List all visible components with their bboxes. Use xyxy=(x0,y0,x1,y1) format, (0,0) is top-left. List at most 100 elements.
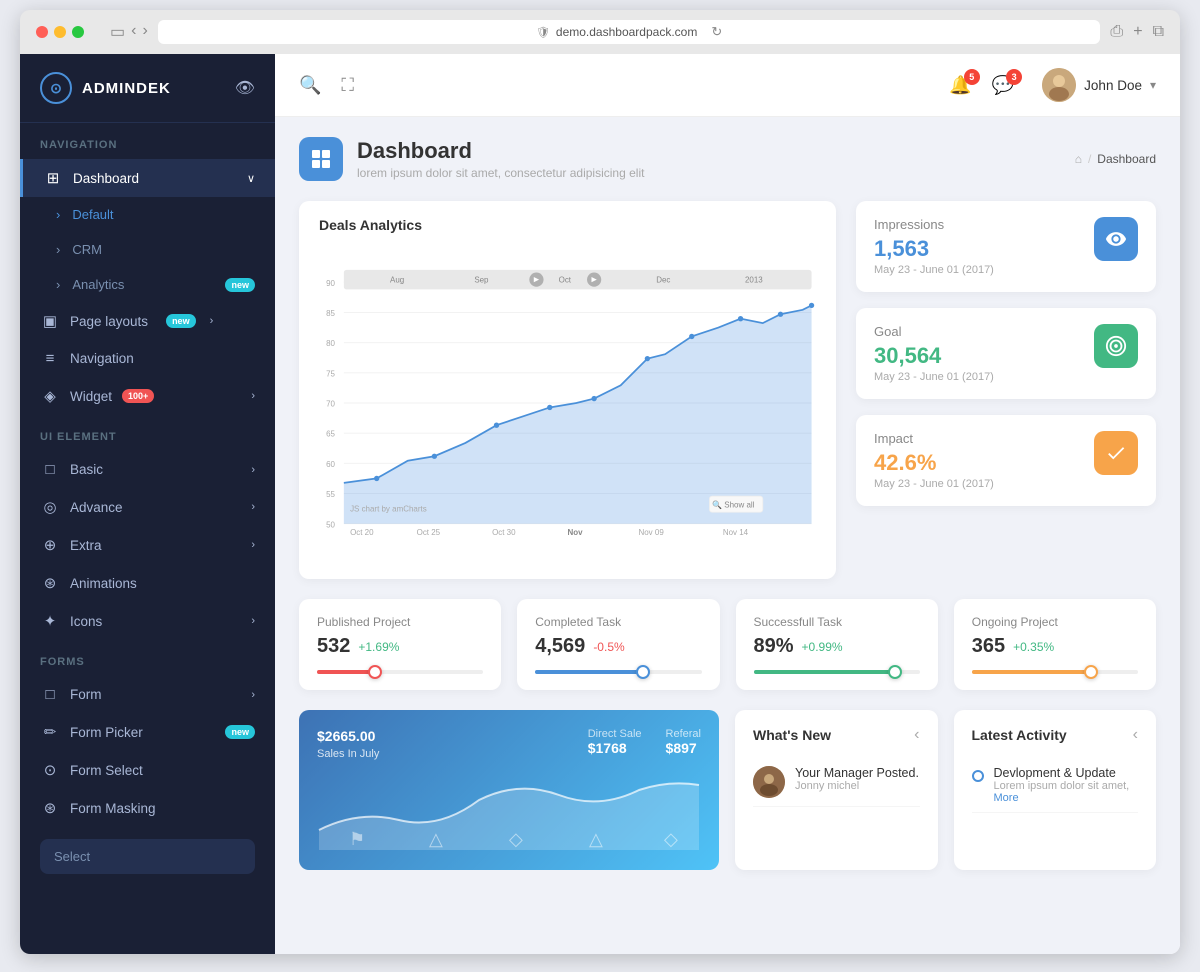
refresh-icon[interactable]: ↻ xyxy=(711,24,722,40)
svg-text:◇: ◇ xyxy=(664,829,678,849)
metric-published-label: Published Project xyxy=(317,615,483,629)
sidebar-item-basic[interactable]: □ Basic › xyxy=(20,451,275,488)
sidebar-item-default[interactable]: › Default xyxy=(20,197,275,232)
metric-published-slider[interactable] xyxy=(317,670,483,674)
nav-section-label: Navigation xyxy=(20,123,275,159)
sidebar-item-default-label: Default xyxy=(72,207,113,222)
latest-activity-header: Latest Activity ‹ xyxy=(972,726,1139,744)
back-icon[interactable]: ‹ xyxy=(131,22,136,42)
goal-icon xyxy=(1094,324,1138,368)
latest-activity-item: Devlopment & Update Lorem ipsum dolor si… xyxy=(972,758,1139,813)
sidebar-item-extra[interactable]: ⊕ Extra › xyxy=(20,526,275,564)
metric-successful-label: Successfull Task xyxy=(754,615,920,629)
svg-text:2013: 2013 xyxy=(745,275,763,284)
impressions-date: May 23 - June 01 (2017) xyxy=(874,264,1080,276)
svg-text:Nov: Nov xyxy=(568,528,584,537)
fullscreen-dot[interactable] xyxy=(72,26,84,38)
sidebar-toggle-icon[interactable]: ▭ xyxy=(110,22,125,42)
metric-successful-value: 89% xyxy=(754,635,794,658)
whats-new-header: What's New ‹ xyxy=(753,726,920,744)
select-button[interactable]: Select xyxy=(40,839,255,874)
metric-ongoing-value: 365 xyxy=(972,635,1005,658)
breadcrumb-home-icon[interactable]: ⌂ xyxy=(1075,152,1082,166)
metric-completed-change: -0.5% xyxy=(593,640,624,654)
deals-title: Deals Analytics xyxy=(319,217,816,233)
badge-new-layouts: new xyxy=(166,314,196,328)
metric-published-value: 532 xyxy=(317,635,350,658)
badge-new-form-picker: new xyxy=(225,725,255,739)
whats-new-card: What's New ‹ xyxy=(735,710,938,870)
notifications-bell[interactable]: 🔔 5 xyxy=(949,75,971,96)
new-tab-icon[interactable]: + xyxy=(1133,23,1142,41)
activity-more-link[interactable]: More xyxy=(994,792,1019,804)
search-icon[interactable]: 🔍 xyxy=(299,75,321,96)
top-header: 🔍 ⛶ 🔔 5 💬 3 xyxy=(275,54,1180,117)
metric-completed-label: Completed Task xyxy=(535,615,701,629)
stats-column: Impressions 1,563 May 23 - June 01 (2017… xyxy=(856,201,1156,579)
navigation-icon: ≡ xyxy=(40,350,60,367)
latest-activity-card: Latest Activity ‹ Devlopment & Update Lo… xyxy=(954,710,1157,870)
sidebar-item-analytics[interactable]: › Analytics new xyxy=(20,267,275,302)
logo-text: ADMINDEK xyxy=(82,80,171,97)
sidebar-logo: ⊙ ADMINDEK 👁 xyxy=(20,54,275,123)
sidebar-item-advance[interactable]: ◎ Advance › xyxy=(20,488,275,526)
user-caret-icon: ▾ xyxy=(1150,78,1156,92)
sidebar-item-animations[interactable]: ⊛ Animations xyxy=(20,564,275,602)
svg-text:Nov 14: Nov 14 xyxy=(723,528,749,537)
sidebar-item-form-picker[interactable]: ✏ Form Picker new xyxy=(20,713,275,751)
sidebar-item-basic-label: Basic xyxy=(70,462,103,477)
metric-completed-slider[interactable] xyxy=(535,670,701,674)
url-text: demo.dashboardpack.com xyxy=(556,25,697,39)
svg-text:85: 85 xyxy=(326,309,335,318)
whats-new-collapse-icon[interactable]: ‹ xyxy=(914,726,919,744)
page-title-group: Dashboard lorem ipsum dolor sit amet, co… xyxy=(357,138,644,180)
chevron-right-icon: › xyxy=(56,277,60,292)
latest-activity-collapse-icon[interactable]: ‹ xyxy=(1133,726,1138,744)
user-name: John Doe xyxy=(1084,78,1142,93)
sidebar-item-navigation-label: Navigation xyxy=(70,351,134,366)
impact-value: 42.6% xyxy=(874,450,1080,476)
sidebar-item-crm[interactable]: › CRM xyxy=(20,232,275,267)
user-menu[interactable]: John Doe ▾ xyxy=(1042,68,1156,102)
sidebar-item-extra-label: Extra xyxy=(70,538,102,553)
expand-icon[interactable]: ⛶ xyxy=(341,75,354,96)
sidebar-item-form-masking[interactable]: ⊛ Form Masking xyxy=(20,789,275,827)
forward-icon[interactable]: › xyxy=(142,22,147,42)
svg-text:△: △ xyxy=(589,829,603,849)
bottom-row: $2665.00 Sales In July Direct Sale $1768… xyxy=(299,710,1156,870)
form-icon: □ xyxy=(40,686,60,703)
sidebar-item-dashboard[interactable]: ⊞ Dashboard ∨ xyxy=(20,159,275,197)
sales-total-value: $2665.00 xyxy=(317,728,379,744)
sidebar-item-page-layouts[interactable]: ▣ Page layouts new › xyxy=(20,302,275,340)
svg-text:Oct 30: Oct 30 xyxy=(492,528,516,537)
sidebar-item-icons[interactable]: ✦ Icons › xyxy=(20,602,275,640)
address-bar[interactable]: 🛡 demo.dashboardpack.com ↻ xyxy=(158,20,1101,44)
sidebar-item-widget[interactable]: ◈ Widget 100+ › xyxy=(20,377,275,415)
notifications-badge: 5 xyxy=(964,69,980,85)
share-icon[interactable]: ⎙ xyxy=(1110,23,1123,41)
metric-published-change: +1.69% xyxy=(358,640,399,654)
sidebar-item-form[interactable]: □ Form › xyxy=(20,676,275,713)
extra-icon: ⊕ xyxy=(40,536,60,554)
svg-text:JS chart by amCharts: JS chart by amCharts xyxy=(350,504,427,513)
minimize-dot[interactable] xyxy=(54,26,66,38)
sidebar-item-form-label: Form xyxy=(70,687,102,702)
sidebar-item-form-select[interactable]: ⊙ Form Select xyxy=(20,751,275,789)
breadcrumb-current: Dashboard xyxy=(1097,152,1156,166)
sidebar-item-form-masking-label: Form Masking xyxy=(70,801,156,816)
chevron-right-icon: › xyxy=(251,615,255,627)
metric-ongoing-slider[interactable] xyxy=(972,670,1138,674)
sidebar-item-navigation[interactable]: ≡ Navigation xyxy=(20,340,275,377)
page-layouts-icon: ▣ xyxy=(40,312,60,330)
messages-icon[interactable]: 💬 3 xyxy=(992,75,1014,96)
sidebar-item-crm-label: CRM xyxy=(72,242,102,257)
metric-published: Published Project 532 +1.69% xyxy=(299,599,501,690)
close-dot[interactable] xyxy=(36,26,48,38)
sidebar-item-icons-label: Icons xyxy=(70,614,102,629)
whats-new-title: What's New xyxy=(753,727,831,743)
svg-text:⚑: ⚑ xyxy=(349,829,365,849)
split-icon[interactable]: ⧉ xyxy=(1153,23,1164,41)
metric-successful-slider[interactable] xyxy=(754,670,920,674)
eye-icon[interactable]: 👁 xyxy=(235,78,255,98)
svg-text:Aug: Aug xyxy=(390,275,404,284)
